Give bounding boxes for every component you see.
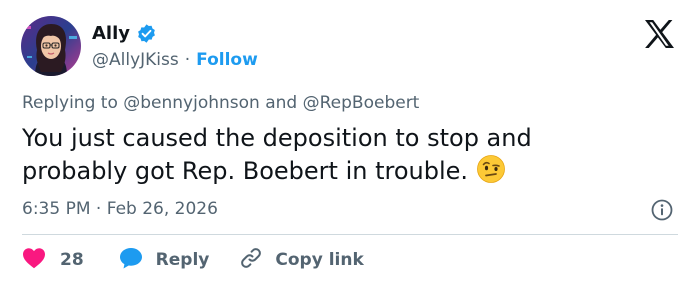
tweet-body: You just caused the deposition to stop a… <box>22 124 532 185</box>
x-logo-icon[interactable] <box>638 19 680 49</box>
info-icon[interactable] <box>651 199 673 221</box>
action-bar: 28 Reply Copy link <box>22 246 364 274</box>
tweet-text: You just caused the deposition to stop a… <box>22 122 622 187</box>
separator-dot: · <box>95 199 102 219</box>
user-handle[interactable]: @AllyJKiss <box>92 50 179 70</box>
heart-icon <box>22 247 46 274</box>
divider <box>22 234 678 235</box>
avatar[interactable] <box>21 16 81 76</box>
follow-button[interactable]: Follow <box>196 50 258 70</box>
display-name[interactable]: Ally <box>92 23 130 44</box>
like-count: 28 <box>60 250 84 270</box>
separator-dot: · <box>184 50 191 70</box>
replying-prefix: Replying to <box>22 93 118 113</box>
tweet-time: 6:35 PM <box>22 199 91 219</box>
handle-row: @AllyJKiss · Follow <box>92 48 258 72</box>
reply-bubble-icon <box>118 246 144 275</box>
replying-to: Replying to @bennyjohnson and @RepBoeber… <box>22 93 419 113</box>
mention-link[interactable]: @RepBoebert <box>303 93 420 113</box>
face-with-raised-eyebrow-icon <box>476 154 506 184</box>
name-row: Ally <box>92 20 157 46</box>
replying-conjunction: and <box>265 93 298 113</box>
verified-badge-icon <box>136 23 157 44</box>
like-button[interactable]: 28 <box>22 247 84 274</box>
link-icon <box>239 246 263 275</box>
tweet-date: Feb 26, 2026 <box>106 199 218 219</box>
reply-button[interactable]: Reply <box>118 246 210 275</box>
copy-link-button[interactable]: Copy link <box>239 246 364 275</box>
reply-label: Reply <box>155 250 210 270</box>
copy-link-label: Copy link <box>275 250 364 270</box>
timestamp[interactable]: 6:35 PM · Feb 26, 2026 <box>22 199 218 219</box>
tweet-card: Ally @AllyJKiss · Follow Replying to @be… <box>0 0 700 287</box>
mention-link[interactable]: @bennyjohnson <box>123 93 260 113</box>
